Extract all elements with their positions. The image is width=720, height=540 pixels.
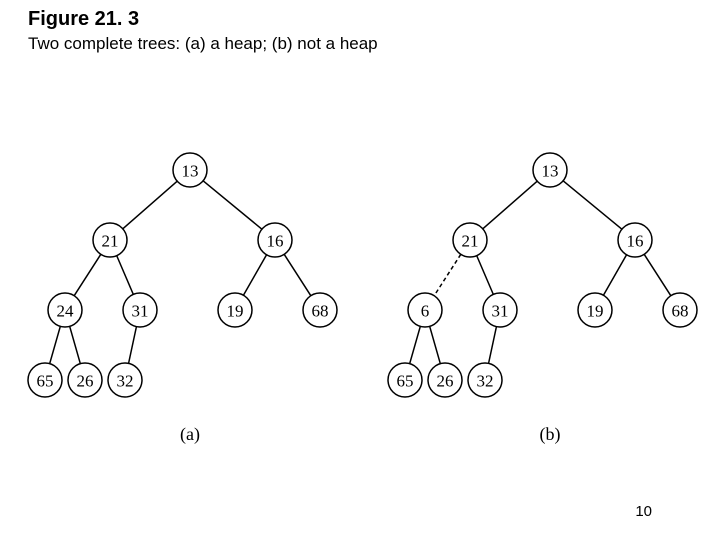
trees-svg: 13 21 16 24 31 19 68 65 26 32 (a) 13 21 16 6 31 19 68 65… [0, 140, 720, 480]
tree-edge [284, 254, 311, 295]
tree-b: 13 21 16 6 31 19 68 65 26 32 (b) [388, 153, 697, 445]
tree-edge [430, 326, 441, 363]
tree-node-value: 21 [462, 232, 479, 251]
tree-node-value: 6 [421, 302, 430, 321]
tree-node-value: 65 [37, 372, 54, 391]
tree-b-caption: (b) [540, 424, 561, 445]
tree-edge [483, 181, 537, 229]
tree-node-value: 31 [132, 302, 149, 321]
tree-node-value: 32 [477, 372, 494, 391]
tree-a: 13 21 16 24 31 19 68 65 26 32 (a) [28, 153, 337, 445]
tree-node-value: 13 [542, 162, 559, 181]
trees-figure: 13 21 16 24 31 19 68 65 26 32 (a) 13 21 16 6 31 19 68 65… [0, 140, 720, 480]
figure-caption: Two complete trees: (a) a heap; (b) not … [28, 34, 378, 54]
tree-edge [434, 254, 461, 295]
tree-node-value: 16 [627, 232, 644, 251]
tree-a-edges [50, 181, 311, 364]
tree-edge [563, 181, 622, 229]
tree-node-value: 68 [672, 302, 689, 321]
tree-edge [477, 256, 494, 295]
tree-edge [74, 254, 101, 295]
tree-node-value: 65 [397, 372, 414, 391]
page-number: 10 [635, 503, 652, 520]
tree-node-value: 19 [587, 302, 604, 321]
tree-node-value: 21 [102, 232, 119, 251]
tree-edge [243, 255, 266, 295]
tree-edge [410, 326, 421, 363]
tree-node-value: 31 [492, 302, 509, 321]
figure-label: Figure 21. 3 [28, 8, 139, 31]
tree-edge [123, 181, 177, 229]
tree-edge [50, 326, 61, 363]
tree-edge [203, 181, 262, 229]
tree-edge [70, 326, 81, 363]
tree-node-value: 26 [437, 372, 454, 391]
tree-edge [603, 255, 626, 295]
tree-node-value: 13 [182, 162, 199, 181]
tree-node-value: 68 [312, 302, 329, 321]
tree-a-caption: (a) [180, 424, 200, 445]
tree-node-value: 26 [77, 372, 94, 391]
tree-a-nodes: 13 21 16 24 31 19 68 65 26 32 [28, 153, 337, 397]
tree-b-nodes: 13 21 16 6 31 19 68 65 26 32 [388, 153, 697, 397]
tree-node-value: 16 [267, 232, 284, 251]
tree-node-value: 24 [57, 302, 75, 321]
tree-node-value: 32 [117, 372, 134, 391]
tree-edge [129, 327, 137, 364]
tree-b-edges [410, 181, 671, 364]
tree-edge [489, 327, 497, 364]
tree-node-value: 19 [227, 302, 244, 321]
tree-edge [117, 256, 134, 295]
tree-edge [644, 254, 671, 295]
